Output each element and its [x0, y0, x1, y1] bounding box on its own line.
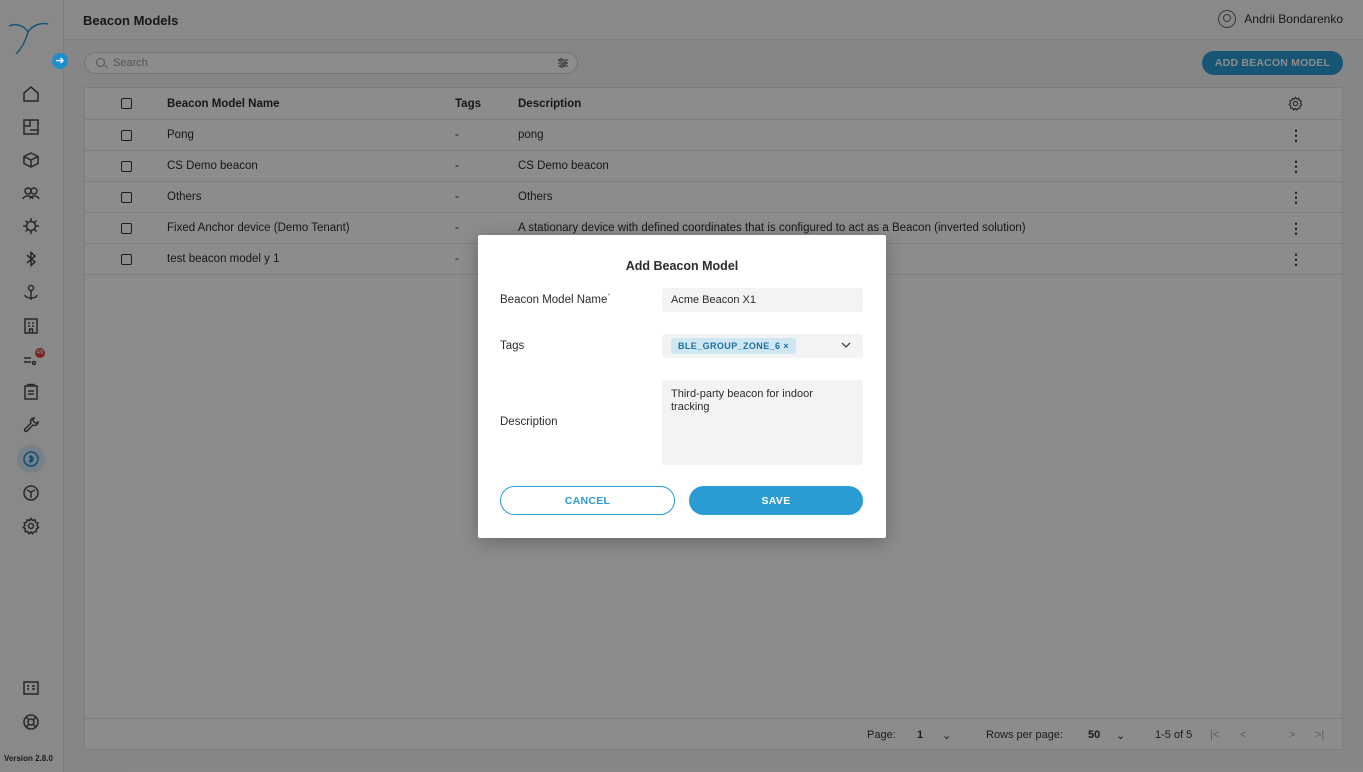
add-beacon-model-dialog: Add Beacon Model Beacon Model Name* Tags…: [478, 235, 886, 538]
name-field-label: Beacon Model Name*: [500, 293, 611, 306]
remove-tag-icon[interactable]: ×: [783, 341, 789, 351]
tags-select[interactable]: BLE_GROUP_ZONE_6 ×: [662, 334, 863, 358]
description-field-label: Description: [500, 416, 558, 428]
cancel-button[interactable]: CANCEL: [500, 486, 675, 515]
beacon-model-name-input[interactable]: [662, 288, 863, 312]
tags-field-label: Tags: [500, 340, 525, 352]
save-button[interactable]: SAVE: [689, 486, 863, 515]
chevron-down-icon[interactable]: [841, 340, 851, 350]
collapse-sidebar-button[interactable]: ➜: [52, 53, 68, 69]
tag-chip: BLE_GROUP_ZONE_6 ×: [671, 338, 796, 354]
dialog-title: Add Beacon Model: [625, 259, 739, 273]
description-textarea[interactable]: Third-party beacon for indoor tracking: [662, 380, 863, 465]
